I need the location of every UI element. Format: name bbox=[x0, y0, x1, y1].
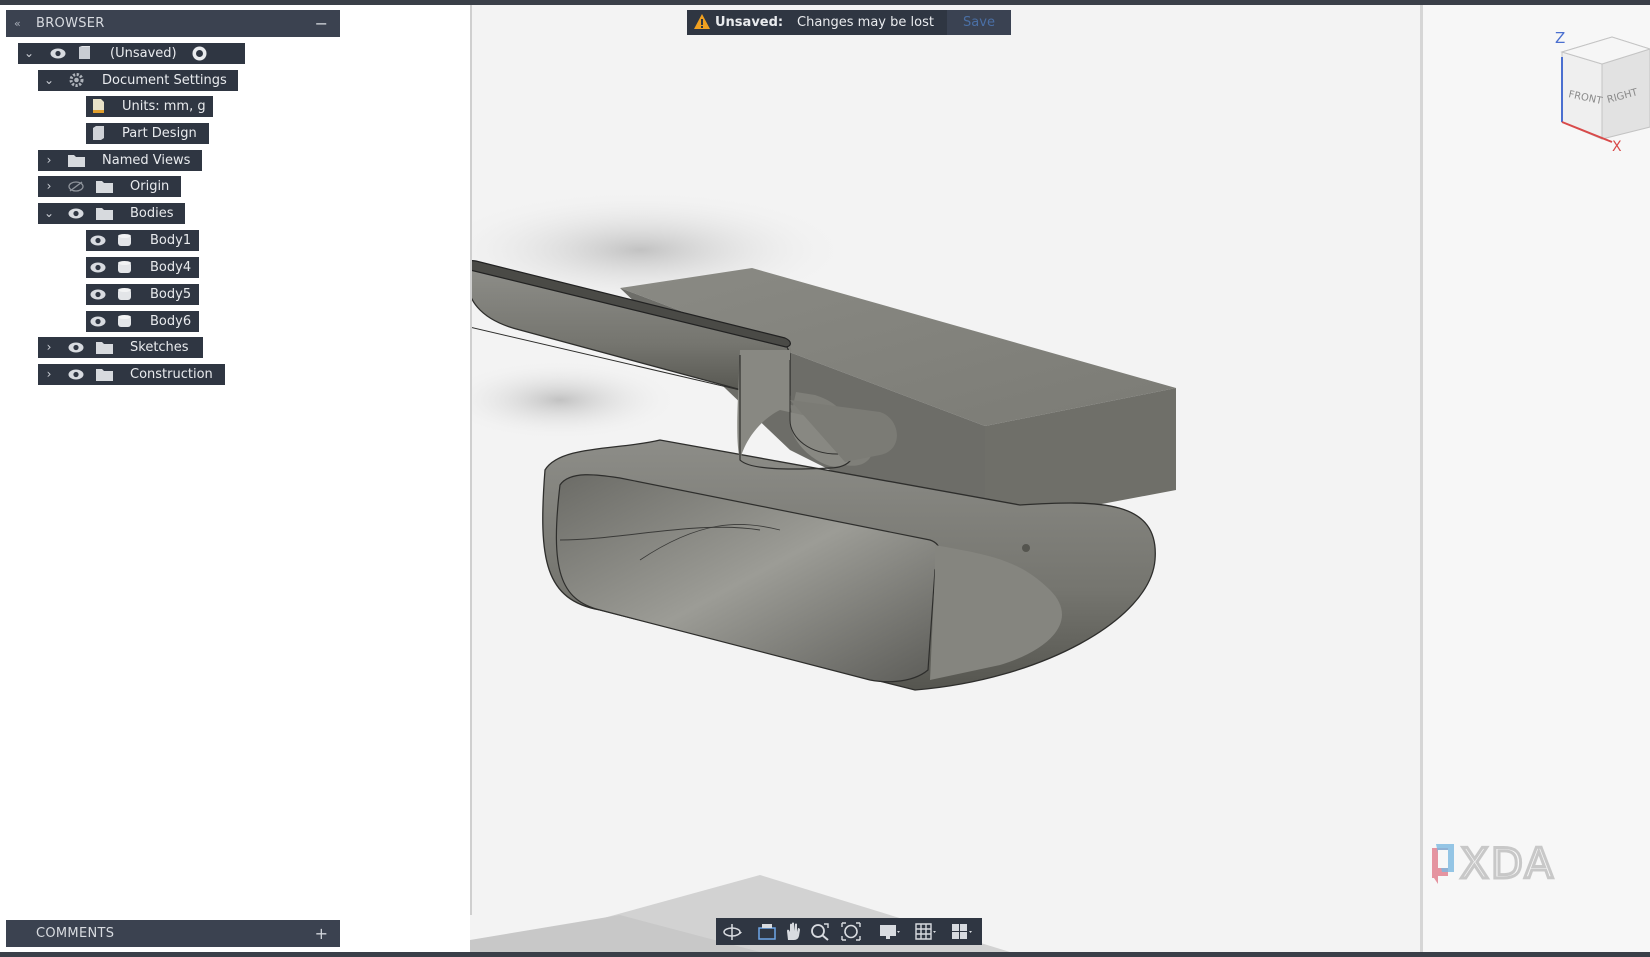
body-icon bbox=[118, 261, 131, 273]
chevron-right-icon[interactable]: › bbox=[42, 176, 56, 197]
browser-header: « BROWSER − bbox=[6, 10, 340, 37]
visibility-eye-icon[interactable] bbox=[68, 208, 84, 219]
browser-node-bodies[interactable]: ⌄ Bodies bbox=[38, 203, 185, 224]
grid-icon[interactable] bbox=[914, 921, 936, 942]
browser-node-label: Document Settings bbox=[102, 73, 227, 88]
browser-node-named-views[interactable]: › Named Views bbox=[38, 150, 202, 171]
browser-title: BROWSER bbox=[36, 16, 105, 31]
unsaved-message: Changes may be lost bbox=[797, 15, 934, 30]
folder-icon bbox=[96, 181, 113, 193]
browser-node-origin[interactable]: › Origin bbox=[38, 176, 181, 197]
collapse-browser-icon[interactable]: « bbox=[14, 10, 21, 37]
chevron-down-icon[interactable]: ⌄ bbox=[42, 70, 56, 91]
visibility-eye-icon[interactable] bbox=[50, 48, 66, 59]
fit-icon[interactable] bbox=[840, 921, 862, 942]
chevron-right-icon[interactable]: › bbox=[42, 337, 56, 358]
comments-title: COMMENTS bbox=[36, 926, 115, 941]
warning-icon bbox=[694, 14, 710, 29]
minimize-browser-button[interactable]: − bbox=[315, 10, 328, 37]
visibility-eye-icon[interactable] bbox=[90, 289, 106, 300]
browser-node-label: Body5 bbox=[150, 287, 192, 302]
pan-hand-icon[interactable] bbox=[782, 921, 804, 942]
browser-node-body5[interactable]: Body5 bbox=[86, 284, 199, 305]
add-comment-button[interactable]: + bbox=[315, 920, 328, 947]
navigation-toolbar bbox=[716, 918, 982, 945]
chevron-down-icon[interactable]: ⌄ bbox=[22, 43, 36, 64]
units-icon bbox=[93, 99, 104, 113]
browser-node-label: Construction bbox=[130, 367, 213, 382]
view-cube[interactable]: FRONT RIGHT Z X bbox=[1552, 27, 1650, 157]
browser-node-part-design[interactable]: Part Design bbox=[86, 123, 209, 144]
save-button[interactable]: Save bbox=[947, 10, 1011, 35]
unsaved-status: Unsaved: bbox=[715, 15, 784, 30]
x-axis-label: X bbox=[1612, 139, 1622, 155]
watermark-logo: XDA bbox=[1430, 838, 1590, 890]
activate-radio-icon[interactable] bbox=[191, 45, 208, 62]
watermark-text: XDA bbox=[1460, 840, 1555, 888]
folder-icon bbox=[68, 155, 85, 167]
browser-node-label: Body6 bbox=[150, 314, 192, 329]
browser-node-construction[interactable]: › Construction bbox=[38, 364, 225, 385]
folder-icon bbox=[96, 369, 113, 381]
orbit-icon[interactable] bbox=[722, 921, 744, 942]
unsaved-banner: Unsaved: Changes may be lost Save bbox=[687, 10, 1011, 35]
visibility-eye-icon[interactable] bbox=[68, 342, 84, 353]
body-icon bbox=[118, 315, 131, 327]
document-icon bbox=[79, 46, 90, 59]
browser-node-label: Body4 bbox=[150, 260, 192, 275]
visibility-eye-icon[interactable] bbox=[90, 262, 106, 273]
folder-icon bbox=[96, 342, 113, 354]
browser-node-body6[interactable]: Body6 bbox=[86, 311, 199, 332]
browser-node-label: Bodies bbox=[130, 206, 174, 221]
browser-node-sketches[interactable]: › Sketches bbox=[38, 337, 203, 358]
chevron-right-icon[interactable]: › bbox=[42, 150, 56, 171]
chevron-right-icon[interactable]: › bbox=[42, 364, 56, 385]
browser-node-root[interactable]: ⌄ (Unsaved) bbox=[18, 43, 245, 64]
browser-node-body1[interactable]: Body1 bbox=[86, 230, 199, 251]
browser-node-label: Origin bbox=[130, 179, 170, 194]
browser-node-document-settings[interactable]: ⌄ Document Settings bbox=[38, 70, 238, 91]
zoom-icon[interactable] bbox=[809, 921, 831, 942]
comments-header: COMMENTS + bbox=[6, 920, 340, 947]
folder-icon bbox=[96, 208, 113, 220]
browser-node-label: Part Design bbox=[122, 126, 197, 141]
bottom-window-border bbox=[0, 952, 1650, 957]
viewport-left-frame bbox=[470, 5, 472, 915]
visibility-hidden-icon[interactable] bbox=[68, 181, 84, 192]
visibility-eye-icon[interactable] bbox=[90, 235, 106, 246]
z-axis-label: Z bbox=[1555, 29, 1565, 47]
browser-node-units[interactable]: Units: mm, g bbox=[86, 96, 213, 117]
visibility-eye-icon[interactable] bbox=[68, 369, 84, 380]
browser-node-label: Body1 bbox=[150, 233, 192, 248]
browser-node-label: Sketches bbox=[130, 340, 189, 355]
chevron-down-icon[interactable]: ⌄ bbox=[42, 203, 56, 224]
look-at-icon[interactable] bbox=[756, 921, 778, 942]
part-design-icon bbox=[93, 126, 104, 140]
body-icon bbox=[118, 288, 131, 300]
gear-icon bbox=[69, 73, 84, 87]
body-icon bbox=[118, 234, 131, 246]
browser-node-label: (Unsaved) bbox=[110, 46, 177, 61]
browser-node-label: Units: mm, g bbox=[122, 99, 206, 114]
browser-node-label: Named Views bbox=[102, 153, 191, 168]
visibility-eye-icon[interactable] bbox=[90, 316, 106, 327]
browser-node-body4[interactable]: Body4 bbox=[86, 257, 199, 278]
viewports-icon[interactable] bbox=[950, 921, 972, 942]
display-settings-icon[interactable] bbox=[878, 921, 900, 942]
